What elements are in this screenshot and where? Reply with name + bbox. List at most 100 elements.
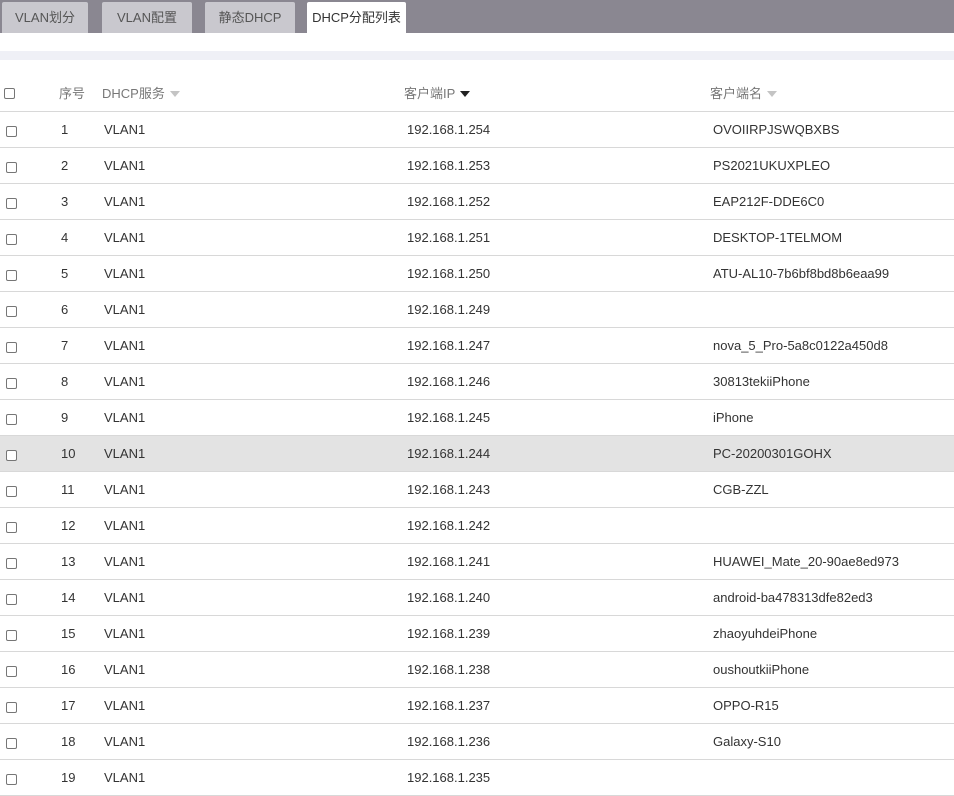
table-row[interactable]: 12 VLAN1 192.168.1.242 xyxy=(0,508,954,544)
row-dhcp-service: VLAN1 xyxy=(104,626,146,641)
row-checkbox[interactable] xyxy=(6,234,17,245)
table-row[interactable]: 16 VLAN1 192.168.1.238 oushoutkiiPhone xyxy=(0,652,954,688)
row-index: 2 xyxy=(61,158,69,173)
row-index: 3 xyxy=(61,194,69,209)
sort-arrow-active-icon[interactable] xyxy=(460,90,471,97)
row-client-name: 30813tekiiPhone xyxy=(713,374,810,389)
row-client-ip: 192.168.1.244 xyxy=(407,446,491,461)
table-row[interactable]: 7 VLAN1 192.168.1.247 nova_5_Pro-5a8c0122a4… xyxy=(0,328,954,364)
table-row[interactable]: 5 VLAN1 192.168.1.250 ATU-AL10-7b6bf8bd8b6e… xyxy=(0,256,954,292)
table-row[interactable]: 14 VLAN1 192.168.1.240 android-ba478313dfe8… xyxy=(0,580,954,616)
row-client-ip: 192.168.1.246 xyxy=(407,374,491,389)
row-dhcp-service: VLAN1 xyxy=(104,734,146,749)
row-checkbox[interactable] xyxy=(6,774,17,785)
row-checkbox[interactable] xyxy=(6,594,17,605)
row-index: 12 xyxy=(61,518,76,533)
select-all-checkbox[interactable] xyxy=(4,88,15,99)
row-client-ip: 192.168.1.249 xyxy=(407,302,491,317)
row-client-ip: 192.168.1.242 xyxy=(407,518,491,533)
tab-vlan-config[interactable]: VLAN配置 xyxy=(102,2,192,33)
row-client-name: OVOIIRPJSWQBXBS xyxy=(713,122,840,137)
table-row[interactable]: 11 VLAN1 192.168.1.243 CGB-ZZL xyxy=(0,472,954,508)
row-checkbox[interactable] xyxy=(6,666,17,677)
row-client-ip: 192.168.1.253 xyxy=(407,158,491,173)
row-dhcp-service: VLAN1 xyxy=(104,266,146,281)
row-client-name: CGB-ZZL xyxy=(713,482,769,497)
tab-dhcp-allocation-list[interactable]: DHCP分配列表 xyxy=(307,2,406,33)
row-client-ip: 192.168.1.243 xyxy=(407,482,491,497)
table-row[interactable]: 9 VLAN1 192.168.1.245 iPhone xyxy=(0,400,954,436)
row-checkbox[interactable] xyxy=(6,522,17,533)
column-header-client-name[interactable]: 客户端名 xyxy=(710,76,778,112)
table-row[interactable]: 15 VLAN1 192.168.1.239 zhaoyuhdeiPhone xyxy=(0,616,954,652)
column-header-index: 序号 xyxy=(59,86,86,101)
table-row[interactable]: 13 VLAN1 192.168.1.241 HUAWEI_Mate_20-90ae8… xyxy=(0,544,954,580)
row-index: 11 xyxy=(61,482,75,497)
row-dhcp-service: VLAN1 xyxy=(104,122,146,137)
row-checkbox[interactable] xyxy=(6,126,17,137)
tab-vlan-division[interactable]: VLAN划分 xyxy=(2,2,88,33)
row-client-ip: 192.168.1.247 xyxy=(407,338,491,353)
table-row[interactable]: 6 VLAN1 192.168.1.249 xyxy=(0,292,954,328)
row-dhcp-service: VLAN1 xyxy=(104,770,146,785)
row-client-name: Galaxy-S10 xyxy=(713,734,781,749)
row-dhcp-service: VLAN1 xyxy=(104,590,146,605)
row-dhcp-service: VLAN1 xyxy=(104,446,146,461)
row-client-name: PC-20200301GOHX xyxy=(713,446,832,461)
row-checkbox[interactable] xyxy=(6,198,17,209)
row-checkbox[interactable] xyxy=(6,630,17,641)
table-row[interactable]: 4 VLAN1 192.168.1.251 DESKTOP-1TELMOM xyxy=(0,220,954,256)
column-header-service-label: DHCP服务 xyxy=(102,86,165,101)
sort-arrow-icon[interactable] xyxy=(169,90,180,97)
table-row[interactable]: 18 VLAN1 192.168.1.236 Galaxy-S10 xyxy=(0,724,954,760)
row-client-name: iPhone xyxy=(713,410,754,425)
column-header-service[interactable]: DHCP服务 xyxy=(102,76,180,112)
row-client-name: DESKTOP-1TELMOM xyxy=(713,230,843,245)
row-dhcp-service: VLAN1 xyxy=(104,518,146,533)
row-dhcp-service: VLAN1 xyxy=(104,698,146,713)
row-dhcp-service: VLAN1 xyxy=(104,662,146,677)
table-row[interactable]: 2 VLAN1 192.168.1.253 PS2021UKUXPLEO xyxy=(0,148,954,184)
row-checkbox[interactable] xyxy=(6,270,17,281)
row-index: 18 xyxy=(61,734,76,749)
column-header-client-name-label: 客户端名 xyxy=(710,86,763,101)
row-index: 14 xyxy=(61,590,76,605)
row-checkbox[interactable] xyxy=(6,306,17,317)
row-dhcp-service: VLAN1 xyxy=(104,158,146,173)
column-header-client-ip[interactable]: 客户端IP xyxy=(404,76,471,112)
table-row[interactable]: 17 VLAN1 192.168.1.237 OPPO-R15 xyxy=(0,688,954,724)
table-row[interactable]: 1 VLAN1 192.168.1.254 OVOIIRPJSWQBXBS xyxy=(0,112,954,148)
table-body: 1 VLAN1 192.168.1.254 OVOIIRPJSWQBXBS 2 VLAN1… xyxy=(0,112,954,796)
row-checkbox[interactable] xyxy=(6,162,17,173)
row-checkbox[interactable] xyxy=(6,702,17,713)
row-client-ip: 192.168.1.237 xyxy=(407,698,491,713)
tab-static-dhcp[interactable]: 静态DHCP xyxy=(205,2,295,33)
table-row[interactable]: 19 VLAN1 192.168.1.235 xyxy=(0,760,954,796)
row-index: 1 xyxy=(61,122,69,137)
row-client-ip: 192.168.1.251 xyxy=(407,230,491,245)
row-client-name: ATU-AL10-7b6bf8bd8b6eaa99 xyxy=(713,266,890,281)
dhcp-allocation-table: 序号 DHCP服务 客户端IP 客户端名 1 VLAN1 192.168.1.254… xyxy=(0,76,954,796)
row-checkbox[interactable] xyxy=(6,378,17,389)
row-client-ip: 192.168.1.252 xyxy=(407,194,491,209)
row-checkbox[interactable] xyxy=(6,738,17,749)
table-header: 序号 DHCP服务 客户端IP 客户端名 xyxy=(0,76,954,112)
row-checkbox[interactable] xyxy=(6,558,17,569)
row-client-ip: 192.168.1.250 xyxy=(407,266,491,281)
sort-arrow-icon[interactable] xyxy=(767,90,778,97)
row-index: 9 xyxy=(61,410,69,425)
row-index: 16 xyxy=(61,662,76,677)
row-checkbox[interactable] xyxy=(6,342,17,353)
table-row[interactable]: 10 VLAN1 192.168.1.244 PC-20200301GOHX xyxy=(0,436,954,472)
row-checkbox[interactable] xyxy=(6,450,17,461)
row-client-name: HUAWEI_Mate_20-90ae8ed973 xyxy=(713,554,899,569)
table-row[interactable]: 3 VLAN1 192.168.1.252 EAP212F-DDE6C0 xyxy=(0,184,954,220)
row-client-ip: 192.168.1.241 xyxy=(407,554,491,569)
row-dhcp-service: VLAN1 xyxy=(104,338,146,353)
table-row[interactable]: 8 VLAN1 192.168.1.246 30813tekiiPhone xyxy=(0,364,954,400)
toolbar-strip xyxy=(0,51,954,60)
row-checkbox[interactable] xyxy=(6,486,17,497)
row-checkbox[interactable] xyxy=(6,414,17,425)
row-index: 7 xyxy=(61,338,69,353)
row-client-name: oushoutkiiPhone xyxy=(713,662,810,677)
